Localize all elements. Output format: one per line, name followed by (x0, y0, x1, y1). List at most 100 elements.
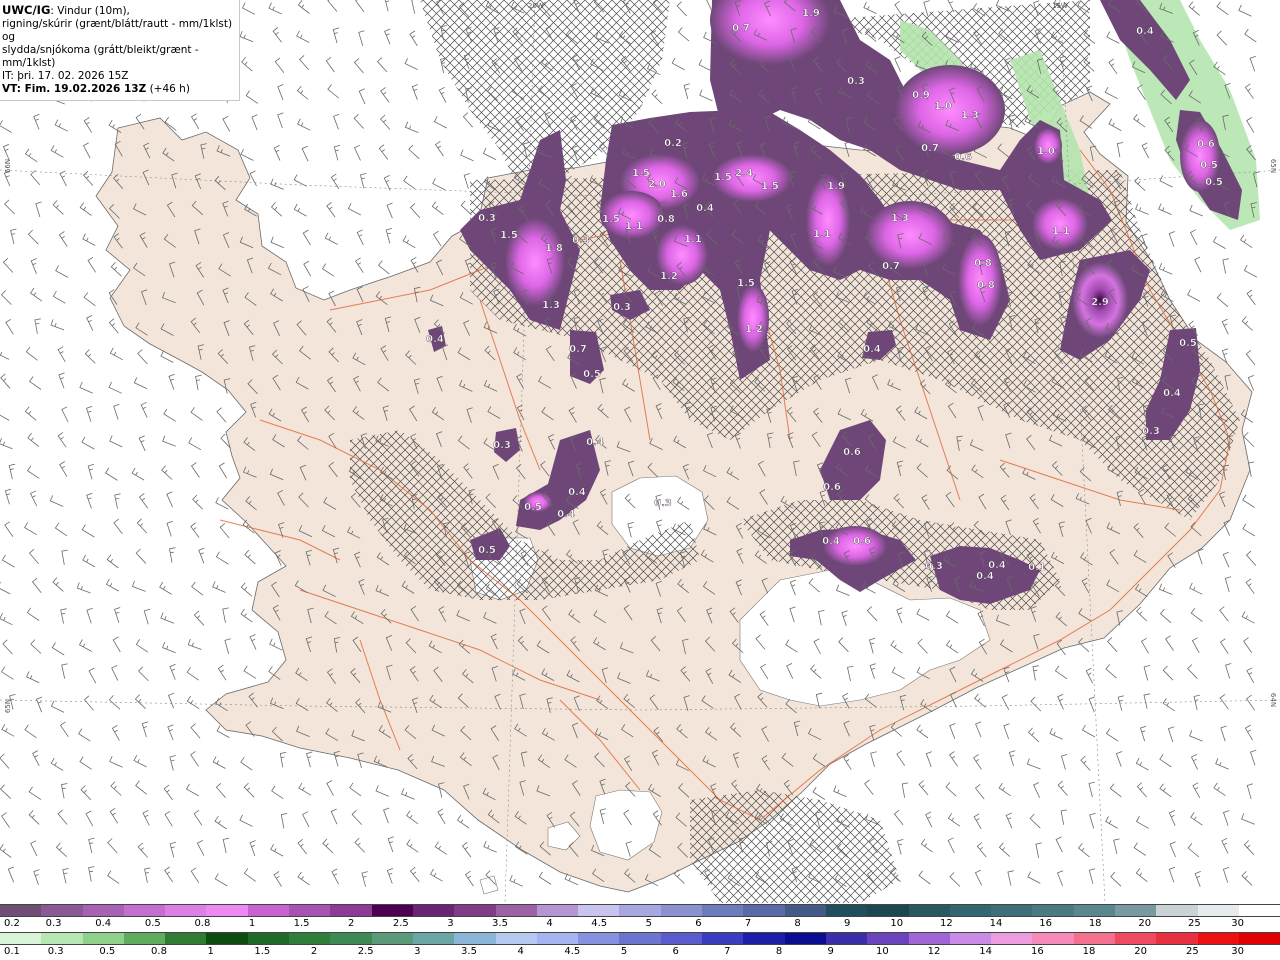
precip-value-label: 0.3 (654, 498, 672, 509)
legend-tick-label: 2 (310, 946, 318, 957)
precip-value-label: 0.4 (426, 334, 444, 345)
precip-value-label: 1.1 (1052, 226, 1070, 237)
precip-value-label: 0.5 (524, 502, 542, 513)
legend-swatch (578, 905, 620, 916)
legend-swatch (660, 933, 703, 944)
legend-swatch (1156, 933, 1198, 944)
legend-tick-label: 0.5 (144, 918, 161, 929)
precip-value-label: 0.5 (1179, 338, 1197, 349)
legend-swatch (1032, 905, 1074, 916)
legend-tick-label: 6 (672, 946, 679, 957)
precip-value-label: 1.5 (761, 181, 779, 192)
legend-tick-label: 18 (1082, 946, 1096, 957)
legend-tick-label: 4 (546, 918, 553, 929)
legend-tick-label: 16 (1039, 918, 1052, 929)
legend-swatch (165, 933, 207, 944)
legend-swatch (1238, 905, 1280, 916)
legend-swatch (825, 933, 868, 944)
graticule-label-15w: 15W (1052, 2, 1068, 10)
precip-value-label: 0.7 (732, 23, 750, 34)
legend-tick-label: 6 (695, 918, 702, 929)
legend-swatch (743, 933, 785, 944)
model-name: UWC/IG (2, 3, 51, 17)
legend-tick-label: 30 (1231, 918, 1244, 929)
legend-swatch (619, 905, 661, 916)
legend-swatch (206, 933, 248, 944)
legend-swatch (41, 905, 83, 916)
precip-value-label: 0.4 (1163, 388, 1181, 399)
legend-swatch (0, 905, 42, 916)
legend-swatch (1115, 933, 1157, 944)
precip-value-label: 0.4 (1136, 26, 1154, 37)
valid-time: VT: Fim. 19.02.2026 13Z (2, 83, 147, 95)
legend-swatch (82, 933, 124, 944)
legend-swatch (1197, 905, 1239, 916)
info-box: UWC/IG: Vindur (10m), rigning/skúrir (gr… (0, 0, 240, 101)
precip-value-label: 1.5 (500, 230, 518, 241)
precip-value-label: 0.3 (613, 302, 631, 313)
legend-tick-label: 0.5 (99, 946, 116, 957)
legend-swatch (1073, 933, 1116, 944)
precip-value-label: 0.9 (912, 90, 930, 101)
desc-line-2: rigning/skúrir (grænt/blátt/rautt - mm/1… (2, 18, 233, 43)
legend-tick-label: 0.8 (151, 946, 167, 957)
legend-swatch (123, 933, 166, 944)
legend-swatch (0, 933, 42, 944)
precip-value-label: 2.0 (648, 179, 666, 190)
weather-map[interactable]: 0.7 1.9 0.3 0.9 1.0 1.3 0.7 0.6 1.0 0.4 0.6 0.5 0.5 0… (0, 0, 1280, 903)
legend-swatch (495, 905, 537, 916)
precip-value-label: 2.9 (1091, 297, 1109, 308)
precip-value-label: 0.7 (569, 344, 587, 355)
graticule-label-64n: 64N (1269, 692, 1278, 708)
precip-value-label: 0.7 (882, 261, 900, 272)
legend-swatch (784, 905, 826, 916)
precip-value-label: 0.4 (822, 536, 840, 547)
legend-tick-label: 2.5 (392, 918, 409, 929)
snow-colorbar (0, 904, 1280, 917)
legend-swatch (247, 933, 290, 944)
legend-tick-label: 1 (248, 918, 256, 929)
legend-tick-label: 3 (414, 946, 421, 957)
precip-value-label: 0.8 (974, 258, 992, 269)
precip-value-label: 1.9 (827, 181, 845, 192)
precip-value-label: 1.2 (660, 271, 678, 282)
precip-value-label: 1.8 (545, 243, 563, 254)
legend-tick-label: 12 (927, 946, 941, 957)
legend-tick-label: 9 (844, 918, 851, 929)
legend-tick-label: 0.1 (4, 946, 20, 957)
precip-value-label: 0.3 (478, 213, 496, 224)
legend-tick-label: 16 (1030, 946, 1044, 957)
legend-swatch (991, 905, 1033, 916)
legend-swatch (289, 905, 331, 916)
legend-tick-label: 14 (989, 918, 1003, 929)
legend-tick-label: 8 (775, 946, 783, 957)
legend-swatch (949, 905, 992, 916)
graticule-label-65n-left: 65N (4, 698, 13, 714)
legend-swatch (784, 933, 826, 944)
legend-tick-label: 7 (724, 946, 731, 957)
graticule-label-66n: 66N (4, 158, 13, 174)
graticule-label-20w: 20W (528, 2, 544, 10)
legend-swatch (41, 933, 83, 944)
legend-swatch (1073, 905, 1116, 916)
precip-value-label: 2.4 (735, 168, 753, 179)
precip-value-label: 0.6 (954, 152, 972, 163)
legend-tick-label: 5 (645, 918, 652, 929)
legend-tick-label: 2.5 (357, 946, 374, 957)
legend-swatch (289, 933, 331, 944)
legend-tick-label: 20 (1138, 918, 1152, 929)
legend-tick-label: 7 (744, 918, 752, 929)
precip-value-label: 1.9 (802, 8, 820, 19)
legend-tick-label: 12 (940, 918, 953, 929)
legend-swatch (825, 905, 868, 916)
legend-tick-label: 10 (875, 946, 889, 957)
legend-tick-label: 10 (890, 918, 904, 929)
legend-tick-label: 1.5 (254, 946, 271, 957)
precip-value-label: 0.7 (921, 143, 939, 154)
legend-tick-label: 0.3 (47, 946, 64, 957)
rain-colorbar (0, 932, 1280, 945)
precip-value-label: 1.6 (670, 189, 688, 200)
precip-value-label: 0.5 (1205, 177, 1223, 188)
legend-swatch (908, 933, 950, 944)
precip-value-label: 1.3 (891, 213, 909, 224)
